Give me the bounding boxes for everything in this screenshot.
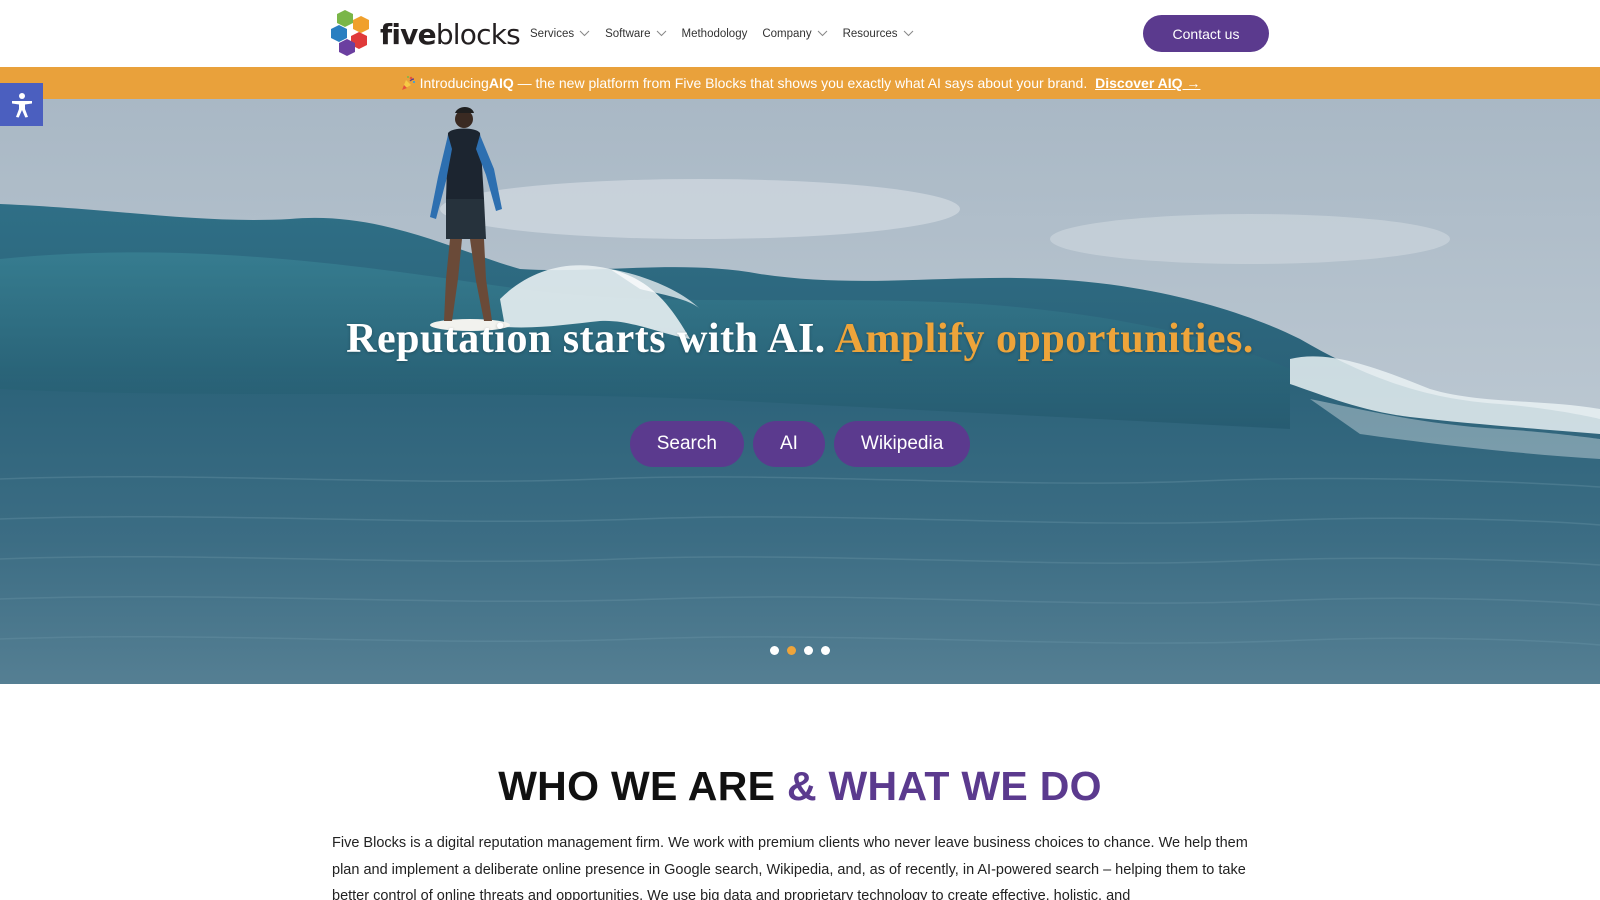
slider-pagination	[0, 646, 1600, 655]
nav-company[interactable]: Company	[762, 28, 827, 40]
announcement-text: — the new platform from Five Blocks that…	[513, 75, 1092, 91]
hero-title-accent: Amplify opportunities.	[834, 316, 1254, 362]
main-nav: Services Software Methodology Company Re…	[530, 0, 929, 67]
announcement-prefix: Introducing	[419, 75, 489, 91]
slider-dot[interactable]	[804, 646, 813, 655]
hero-pill-group: Search AI Wikipedia	[0, 421, 1600, 467]
announcement-product: AIQ	[488, 75, 514, 91]
nav-label: Methodology	[681, 27, 748, 40]
slider-dot[interactable]	[821, 646, 830, 655]
accessibility-person-icon	[11, 92, 32, 117]
discover-aiq-link[interactable]: Discover AIQ →	[1095, 75, 1200, 91]
surfer-wave-image	[0, 99, 1600, 684]
site-header: fiveblocks Services Software Methodology…	[0, 0, 1600, 67]
logo-wordmark: fiveblocks	[380, 17, 521, 51]
search-pill-button[interactable]: Search	[629, 421, 744, 467]
chevron-down-icon	[656, 30, 666, 37]
nav-label: Company	[762, 27, 812, 40]
ai-pill-button[interactable]: AI	[752, 421, 825, 467]
announcement-bar: Introducing AIQ — the new platform from …	[0, 67, 1600, 99]
who-title-black: WHO WE ARE	[498, 763, 787, 809]
slider-dot[interactable]	[787, 646, 796, 655]
hero-title: Reputation starts with AI. Amplify oppor…	[0, 315, 1600, 363]
nav-label: Resources	[842, 27, 898, 40]
contact-us-button[interactable]: Contact us	[1143, 15, 1269, 52]
nav-software[interactable]: Software	[605, 28, 666, 40]
blocks-logo-icon	[331, 10, 369, 56]
hero-banner: Reputation starts with AI. Amplify oppor…	[0, 99, 1600, 684]
chevron-down-icon	[903, 30, 913, 37]
nav-resources[interactable]: Resources	[843, 28, 914, 40]
who-title-purple: & WHAT WE DO	[786, 763, 1102, 809]
who-we-are-heading: WHO WE ARE & WHAT WE DO	[0, 763, 1600, 810]
nav-label: Software	[605, 27, 651, 40]
chevron-down-icon	[579, 30, 590, 37]
fiveblocks-logo[interactable]: fiveblocks	[331, 10, 521, 56]
nav-methodology[interactable]: Methodology	[682, 28, 748, 40]
hero-title-white: Reputation starts with AI.	[346, 316, 835, 362]
slider-dot[interactable]	[770, 646, 779, 655]
accessibility-button[interactable]	[0, 83, 43, 126]
wikipedia-pill-button[interactable]: Wikipedia	[833, 421, 971, 467]
nav-services[interactable]: Services	[530, 28, 590, 40]
party-popper-icon	[401, 76, 415, 90]
who-we-are-paragraph: Five Blocks is a digital reputation mana…	[332, 835, 1248, 900]
chevron-down-icon	[817, 30, 827, 37]
nav-label: Services	[530, 27, 575, 40]
